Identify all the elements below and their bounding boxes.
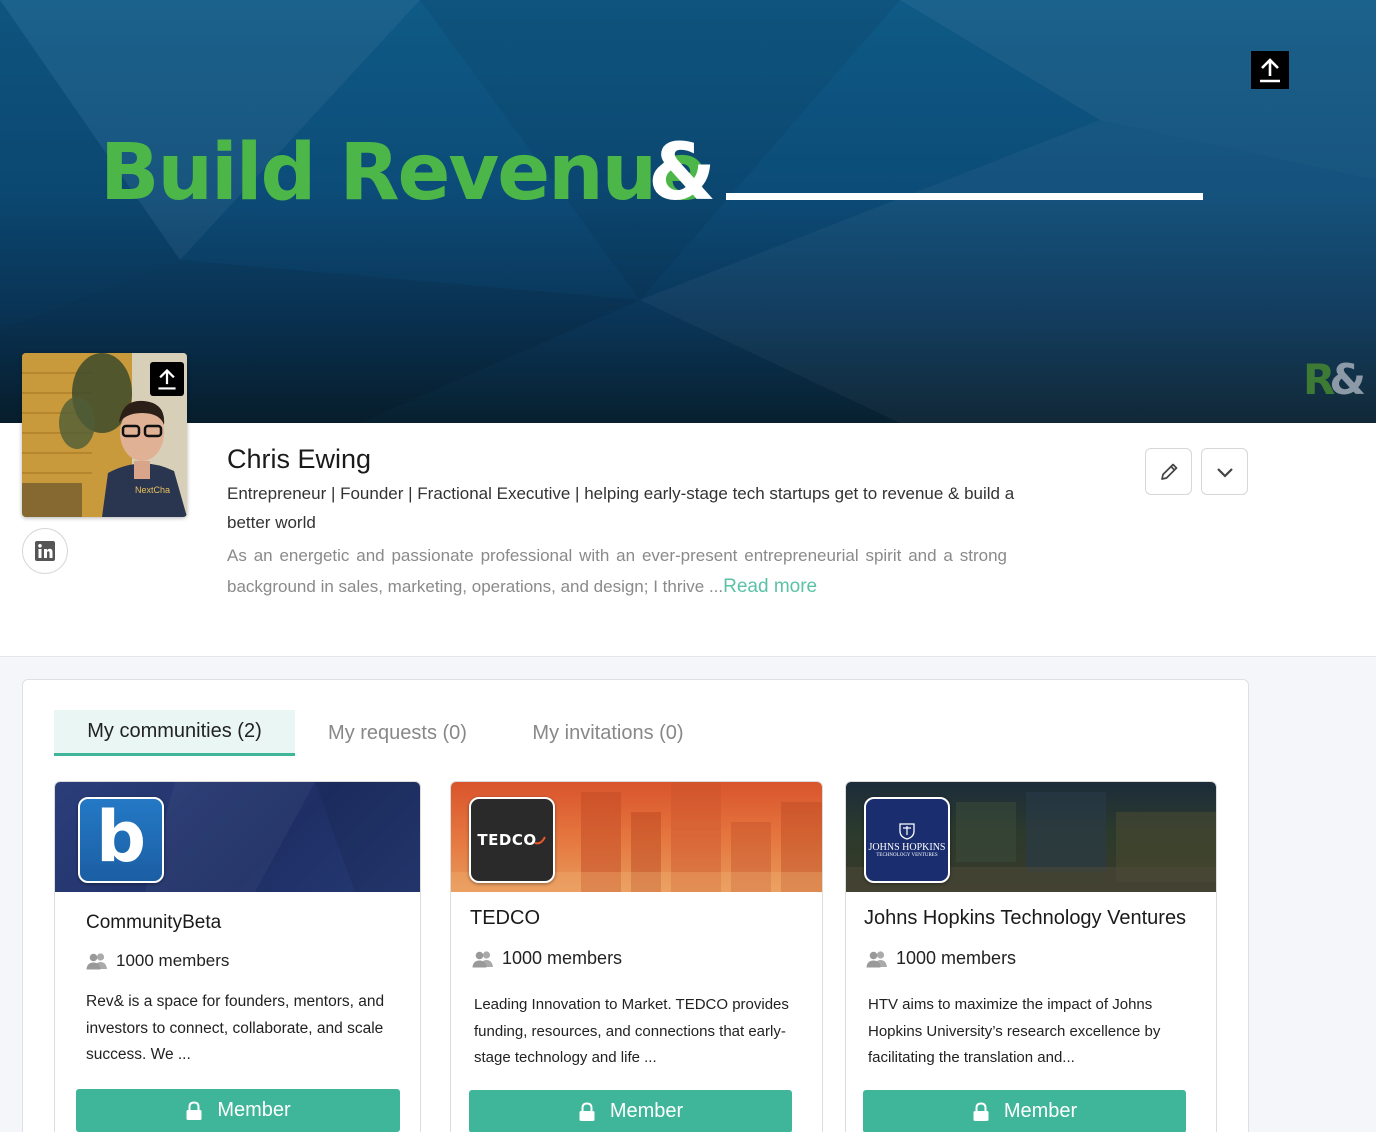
community-card[interactable]: TEDCO TEDCO 1000 members Leading Innovat… (450, 781, 823, 1132)
community-logo-subtext: TECHNOLOGY VENTURES (876, 853, 938, 858)
community-description: Leading Innovation to Market. TEDCO prov… (474, 996, 789, 1066)
community-members: 1000 members (866, 948, 1016, 969)
lock-icon (973, 1101, 989, 1121)
member-button-label: Member (609, 1100, 684, 1122)
rev-logo: R& (1303, 355, 1366, 404)
members-icon (472, 950, 493, 967)
lock-icon (579, 1101, 595, 1121)
linkedin-icon (35, 541, 55, 561)
community-members: 1000 members (472, 948, 622, 969)
member-button[interactable]: Member (76, 1089, 400, 1132)
community-logo: TEDCO (469, 797, 555, 883)
profile-headline: Entrepreneur | Founder | Fractional Exec… (227, 484, 1015, 532)
tedco-swoosh-icon (534, 836, 546, 845)
more-options-button[interactable] (1201, 448, 1248, 495)
members-icon (86, 953, 107, 970)
community-name[interactable]: CommunityBeta (86, 912, 221, 934)
tab-my-invitations[interactable]: My invitations (0) (508, 710, 708, 756)
community-logo-text: JOHNS HOPKINS (868, 842, 946, 853)
pencil-icon (1160, 463, 1177, 480)
upload-icon (1260, 58, 1280, 83)
community-description: Rev& is a space for founders, mentors, a… (86, 993, 385, 1063)
profile-name: Chris Ewing (227, 444, 372, 474)
community-logo-text: TEDCO (477, 831, 537, 849)
linkedin-button[interactable] (22, 528, 68, 574)
community-description: HTV aims to maximize the impact of Johns… (868, 996, 1161, 1066)
community-name[interactable]: Johns Hopkins Technology Ventures (864, 907, 1186, 930)
community-card[interactable]: b CommunityBeta 1000 members Rev& is a s… (54, 781, 421, 1132)
member-button-label: Member (217, 1099, 291, 1121)
member-button[interactable]: Member (469, 1090, 792, 1132)
tab-my-requests[interactable]: My requests (0) (305, 710, 490, 756)
bio-text: As an energetic and passionate professio… (227, 546, 1007, 596)
member-button-label: Member (1003, 1100, 1078, 1122)
community-name[interactable]: TEDCO (470, 907, 540, 930)
banner-ampersand: & (648, 128, 717, 218)
members-count: 1000 members (502, 948, 623, 968)
edit-profile-button[interactable] (1145, 448, 1192, 495)
community-members: 1000 members (86, 951, 229, 971)
member-button[interactable]: Member (863, 1090, 1186, 1132)
members-count: 1000 members (116, 951, 230, 970)
svg-text:NextCha: NextCha (135, 485, 170, 495)
community-logo-text: b (95, 797, 147, 878)
banner-blank-line (726, 193, 1203, 200)
members-icon (866, 950, 887, 967)
jhu-shield-icon (899, 823, 915, 840)
upload-cover-button[interactable] (1251, 51, 1289, 89)
cover-banner: Build Revenue & R& (0, 0, 1376, 423)
community-logo: JOHNS HOPKINS TECHNOLOGY VENTURES (864, 797, 950, 883)
banner-title: Build Revenue (100, 128, 708, 218)
tab-my-communities[interactable]: My communities (2) (54, 710, 295, 756)
lock-icon (186, 1100, 202, 1120)
upload-icon (158, 368, 176, 390)
community-logo: b (78, 797, 164, 883)
community-card[interactable]: JOHNS HOPKINS TECHNOLOGY VENTURES Johns … (845, 781, 1217, 1132)
profile-bio: As an energetic and passionate professio… (227, 540, 1007, 602)
members-count: 1000 members (896, 948, 1017, 968)
read-more-link[interactable]: Read more (723, 576, 817, 597)
chevron-down-icon (1216, 467, 1233, 478)
upload-avatar-button[interactable] (150, 362, 184, 396)
